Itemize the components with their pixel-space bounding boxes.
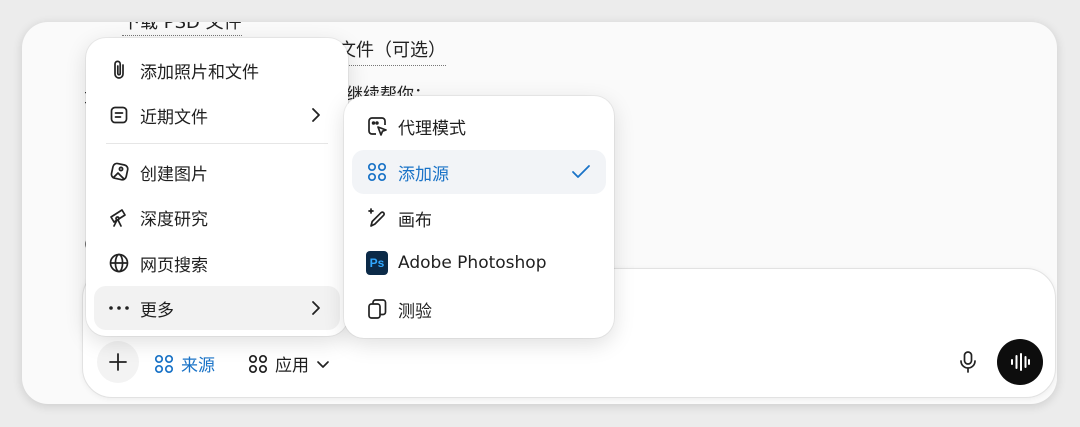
menu-item-more[interactable]: 更多 [94,286,340,330]
paperclip-icon [108,59,130,81]
voice-mode-button[interactable] [997,339,1043,385]
menu-item-label: 添加源 [398,164,449,185]
menu-divider [106,143,328,144]
microphone-button[interactable] [955,349,981,375]
apps-label: 应用 [275,356,309,376]
submenu-item-quiz[interactable]: 测验 [352,287,606,331]
menu-item-label: 网页搜索 [140,255,208,276]
background-text: 文件（可选） [338,36,446,66]
apps-icon [247,353,269,375]
submenu-item-canvas[interactable]: 画布 [352,196,606,240]
apps-button[interactable]: 应用 [247,351,331,376]
agent-icon [366,115,388,137]
menu-item-label: Adobe Photoshop [398,253,547,273]
photoshop-icon: Ps [366,251,388,275]
plus-button[interactable] [97,341,139,383]
menu-item-deep-research[interactable]: 深度研究 [94,195,340,239]
menu-item-label: 近期文件 [140,107,208,128]
sources-button[interactable]: 来源 [153,351,215,376]
submenu-item-adobe-photoshop[interactable]: Ps Adobe Photoshop [352,241,606,285]
menu-item-label: 添加照片和文件 [140,62,259,83]
globe-icon [108,252,130,274]
menu-item-recent-files[interactable]: 近期文件 [94,93,340,137]
menu-item-web-search[interactable]: 网页搜索 [94,241,340,285]
sources-icon [366,161,388,183]
menu-item-label: 画布 [398,210,432,231]
chevron-down-icon [315,356,331,372]
more-submenu: 代理模式 添加源 画布 Ps Adobe Photoshop 测验 [344,96,614,338]
submenu-item-agent-mode[interactable]: 代理模式 [352,104,606,148]
telescope-icon [108,206,130,228]
image-create-icon [108,161,130,183]
menu-item-create-image[interactable]: 创建图片 [94,150,340,194]
file-icon [108,104,130,126]
submenu-item-add-sources[interactable]: 添加源 [352,150,606,194]
attach-menu: 添加照片和文件 近期文件 创建图片 深度研究 网页搜索 更多 [86,38,348,336]
more-icon [108,297,130,319]
menu-item-label: 深度研究 [140,209,208,230]
sources-icon [153,353,175,375]
chevron-right-icon [306,105,326,125]
menu-item-label: 创建图片 [140,164,208,185]
plus-icon [107,351,129,373]
chevron-right-icon [306,298,326,318]
menu-item-label: 代理模式 [398,118,466,139]
quiz-icon [366,298,388,320]
background-text: 下载 PSD 文件 [122,22,242,36]
menu-item-label: 更多 [140,300,174,321]
checkmark-icon [570,161,592,183]
menu-item-label: 测验 [398,301,432,322]
microphone-icon [957,350,979,374]
sources-label: 来源 [181,356,215,376]
waveform-icon [1009,352,1031,372]
menu-item-add-photos-files[interactable]: 添加照片和文件 [94,48,340,92]
canvas-icon [366,207,388,229]
